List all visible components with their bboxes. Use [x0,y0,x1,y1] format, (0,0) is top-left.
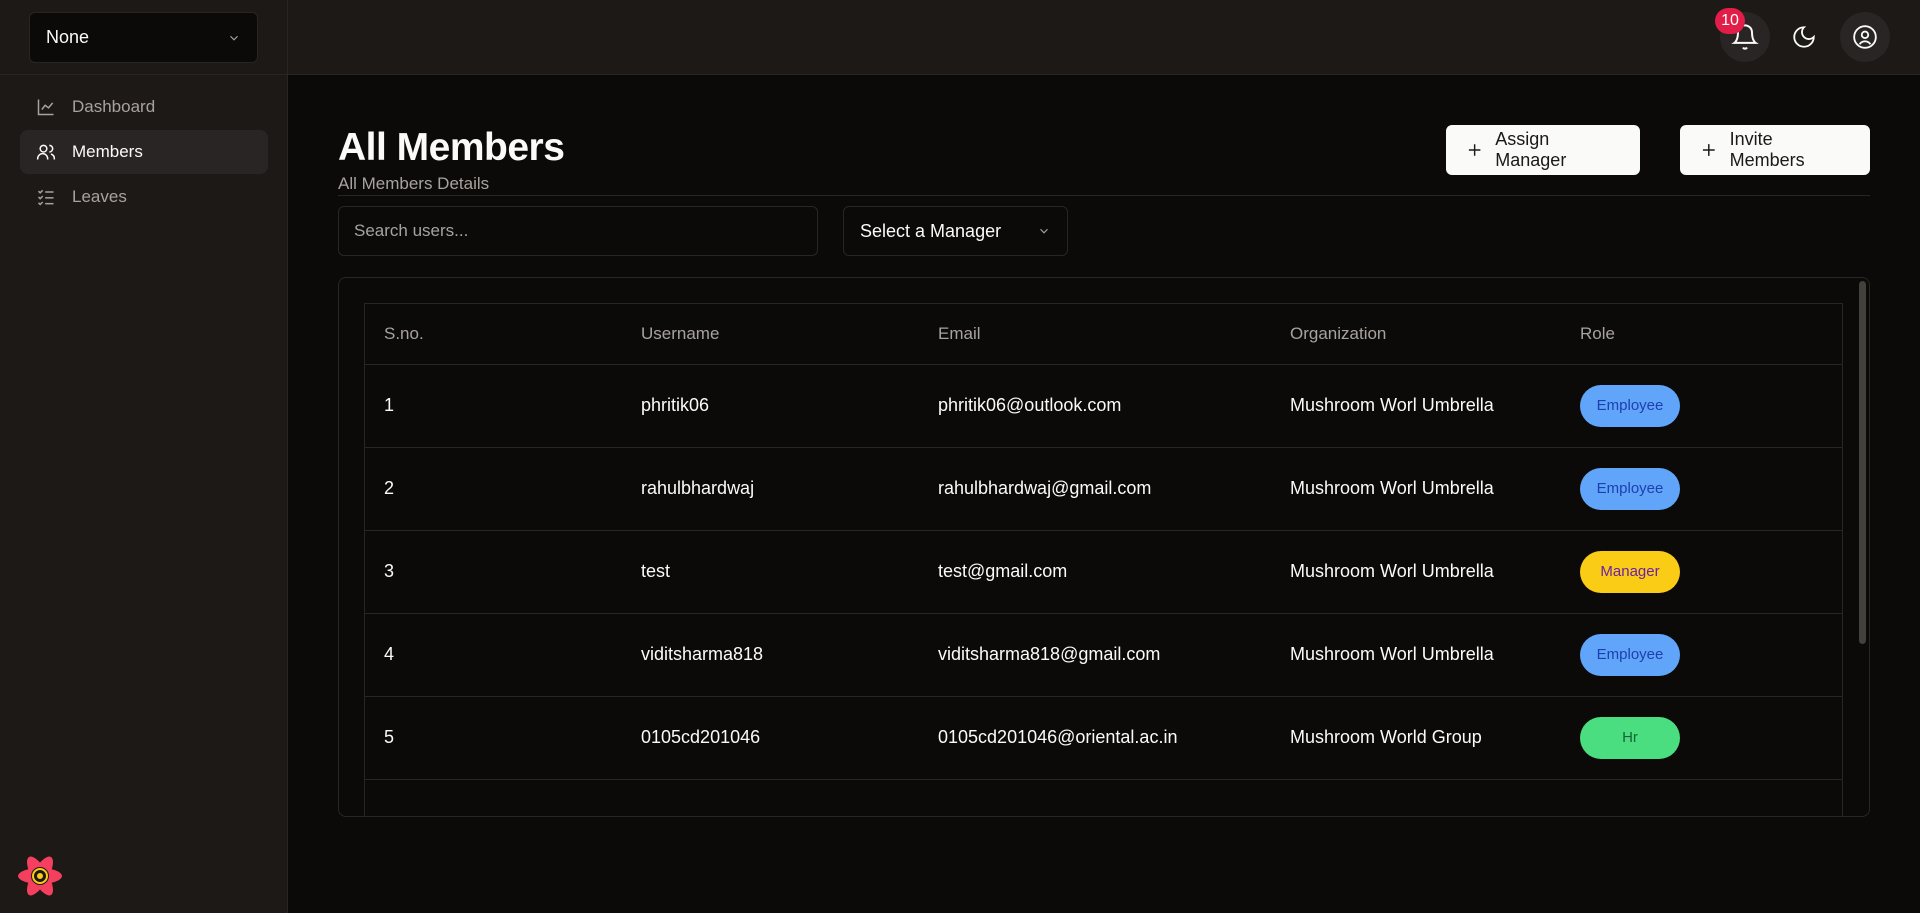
cell-sno: 2 [365,447,622,531]
cell-organization: Mushroom Worl Umbrella [1271,447,1561,531]
user-menu-button[interactable] [1840,12,1890,62]
cell-email: test@gmail.com [919,530,1271,614]
list-checks-icon [37,189,54,206]
notification-count-badge: 10 [1715,8,1745,34]
cell-organization: Mushroom World Group [1271,696,1561,780]
sidebar-item-members[interactable]: Members [20,130,268,174]
organization-select-value: None [46,27,90,47]
cell-sno: 1 [365,364,622,448]
table-row[interactable]: 2 rahulbhardwaj rahulbhardwaj@gmail.com … [365,447,1842,531]
table-scrollbar[interactable] [1859,281,1866,644]
cell-organization: Mushroom Worl Umbrella [1271,364,1561,448]
column-header-organization: Organization [1271,304,1561,365]
sidebar-item-label: Dashboard [72,97,156,116]
members-table: S.no. Username Email Organization Role 1… [365,304,1842,780]
column-header-sno: S.no. [365,304,622,365]
assign-manager-button[interactable]: Assign Manager [1446,125,1640,175]
assign-manager-label: Assign Manager [1495,129,1567,170]
cell-role: Employee [1561,447,1842,531]
cell-username: test [622,530,919,614]
cell-sno: 3 [365,530,622,614]
cell-email: 0105cd201046@oriental.ac.in [919,696,1271,780]
topbar [288,0,1920,75]
moon-icon [1793,26,1815,48]
cell-sno: 4 [365,613,622,697]
table-row[interactable]: 4 viditsharma818 viditsharma818@gmail.co… [365,613,1842,697]
column-header-username: Username [622,304,919,365]
cell-email: rahulbhardwaj@gmail.com [919,447,1271,531]
table-row[interactable]: 1 phritik06 phritik06@outlook.com Mushro… [365,364,1842,448]
role-badge: Employee [1580,384,1680,427]
role-badge: Employee [1580,633,1680,676]
cell-email: viditsharma818@gmail.com [919,613,1271,697]
organization-select[interactable]: None [29,12,258,63]
cell-username: phritik06 [622,364,919,448]
chart-line-icon [37,99,54,116]
sidebar: None Dashboard Members Leaves [0,0,288,913]
invite-members-button[interactable]: Invite Members [1680,125,1870,175]
column-header-email: Email [919,304,1271,365]
chevron-down-icon [1040,228,1048,234]
role-badge: Hr [1580,716,1680,759]
invite-members-label: Invite Members [1729,129,1805,170]
table-row[interactable]: 5 0105cd201046 0105cd201046@oriental.ac.… [365,696,1842,780]
user-circle-icon [1853,25,1877,49]
table-header-row: S.no. Username Email Organization Role [365,304,1842,365]
theme-toggle-button[interactable] [1779,12,1829,62]
plus-icon [1468,144,1481,156]
divider [338,195,1870,196]
table-row[interactable]: 3 test test@gmail.com Mushroom Worl Umbr… [365,530,1842,614]
cell-email: phritik06@outlook.com [919,364,1271,448]
sidebar-item-label: Leaves [72,187,127,206]
page-subtitle: All Members Details [338,174,490,193]
app-logo-icon[interactable] [16,852,64,900]
manager-select-value: Select a Manager [860,220,1002,241]
members-table-container[interactable]: S.no. Username Email Organization Role 1… [364,303,1843,816]
cell-role: Hr [1561,696,1842,780]
cell-username: viditsharma818 [622,613,919,697]
role-badge: Manager [1580,550,1680,593]
cell-organization: Mushroom Worl Umbrella [1271,530,1561,614]
search-input[interactable] [338,206,818,256]
cell-username: 0105cd201046 [622,696,919,780]
page-title: All Members [338,126,565,169]
members-table-card: S.no. Username Email Organization Role 1… [338,277,1870,817]
cell-role: Employee [1561,364,1842,448]
sidebar-item-dashboard[interactable]: Dashboard [20,85,268,129]
divider [0,74,288,75]
cell-sno: 5 [365,696,622,780]
sidebar-nav: Dashboard Members Leaves [20,85,268,220]
role-badge: Employee [1580,467,1680,510]
sidebar-item-label: Members [72,142,143,161]
cell-organization: Mushroom Worl Umbrella [1271,613,1561,697]
cell-role: Employee [1561,613,1842,697]
manager-select[interactable]: Select a Manager [843,206,1068,256]
sidebar-item-leaves[interactable]: Leaves [20,175,268,219]
chevron-down-icon [230,35,238,41]
cell-role: Manager [1561,530,1842,614]
column-header-role: Role [1561,304,1842,365]
cell-username: rahulbhardwaj [622,447,919,531]
users-icon [36,144,56,160]
plus-icon [1702,144,1715,156]
